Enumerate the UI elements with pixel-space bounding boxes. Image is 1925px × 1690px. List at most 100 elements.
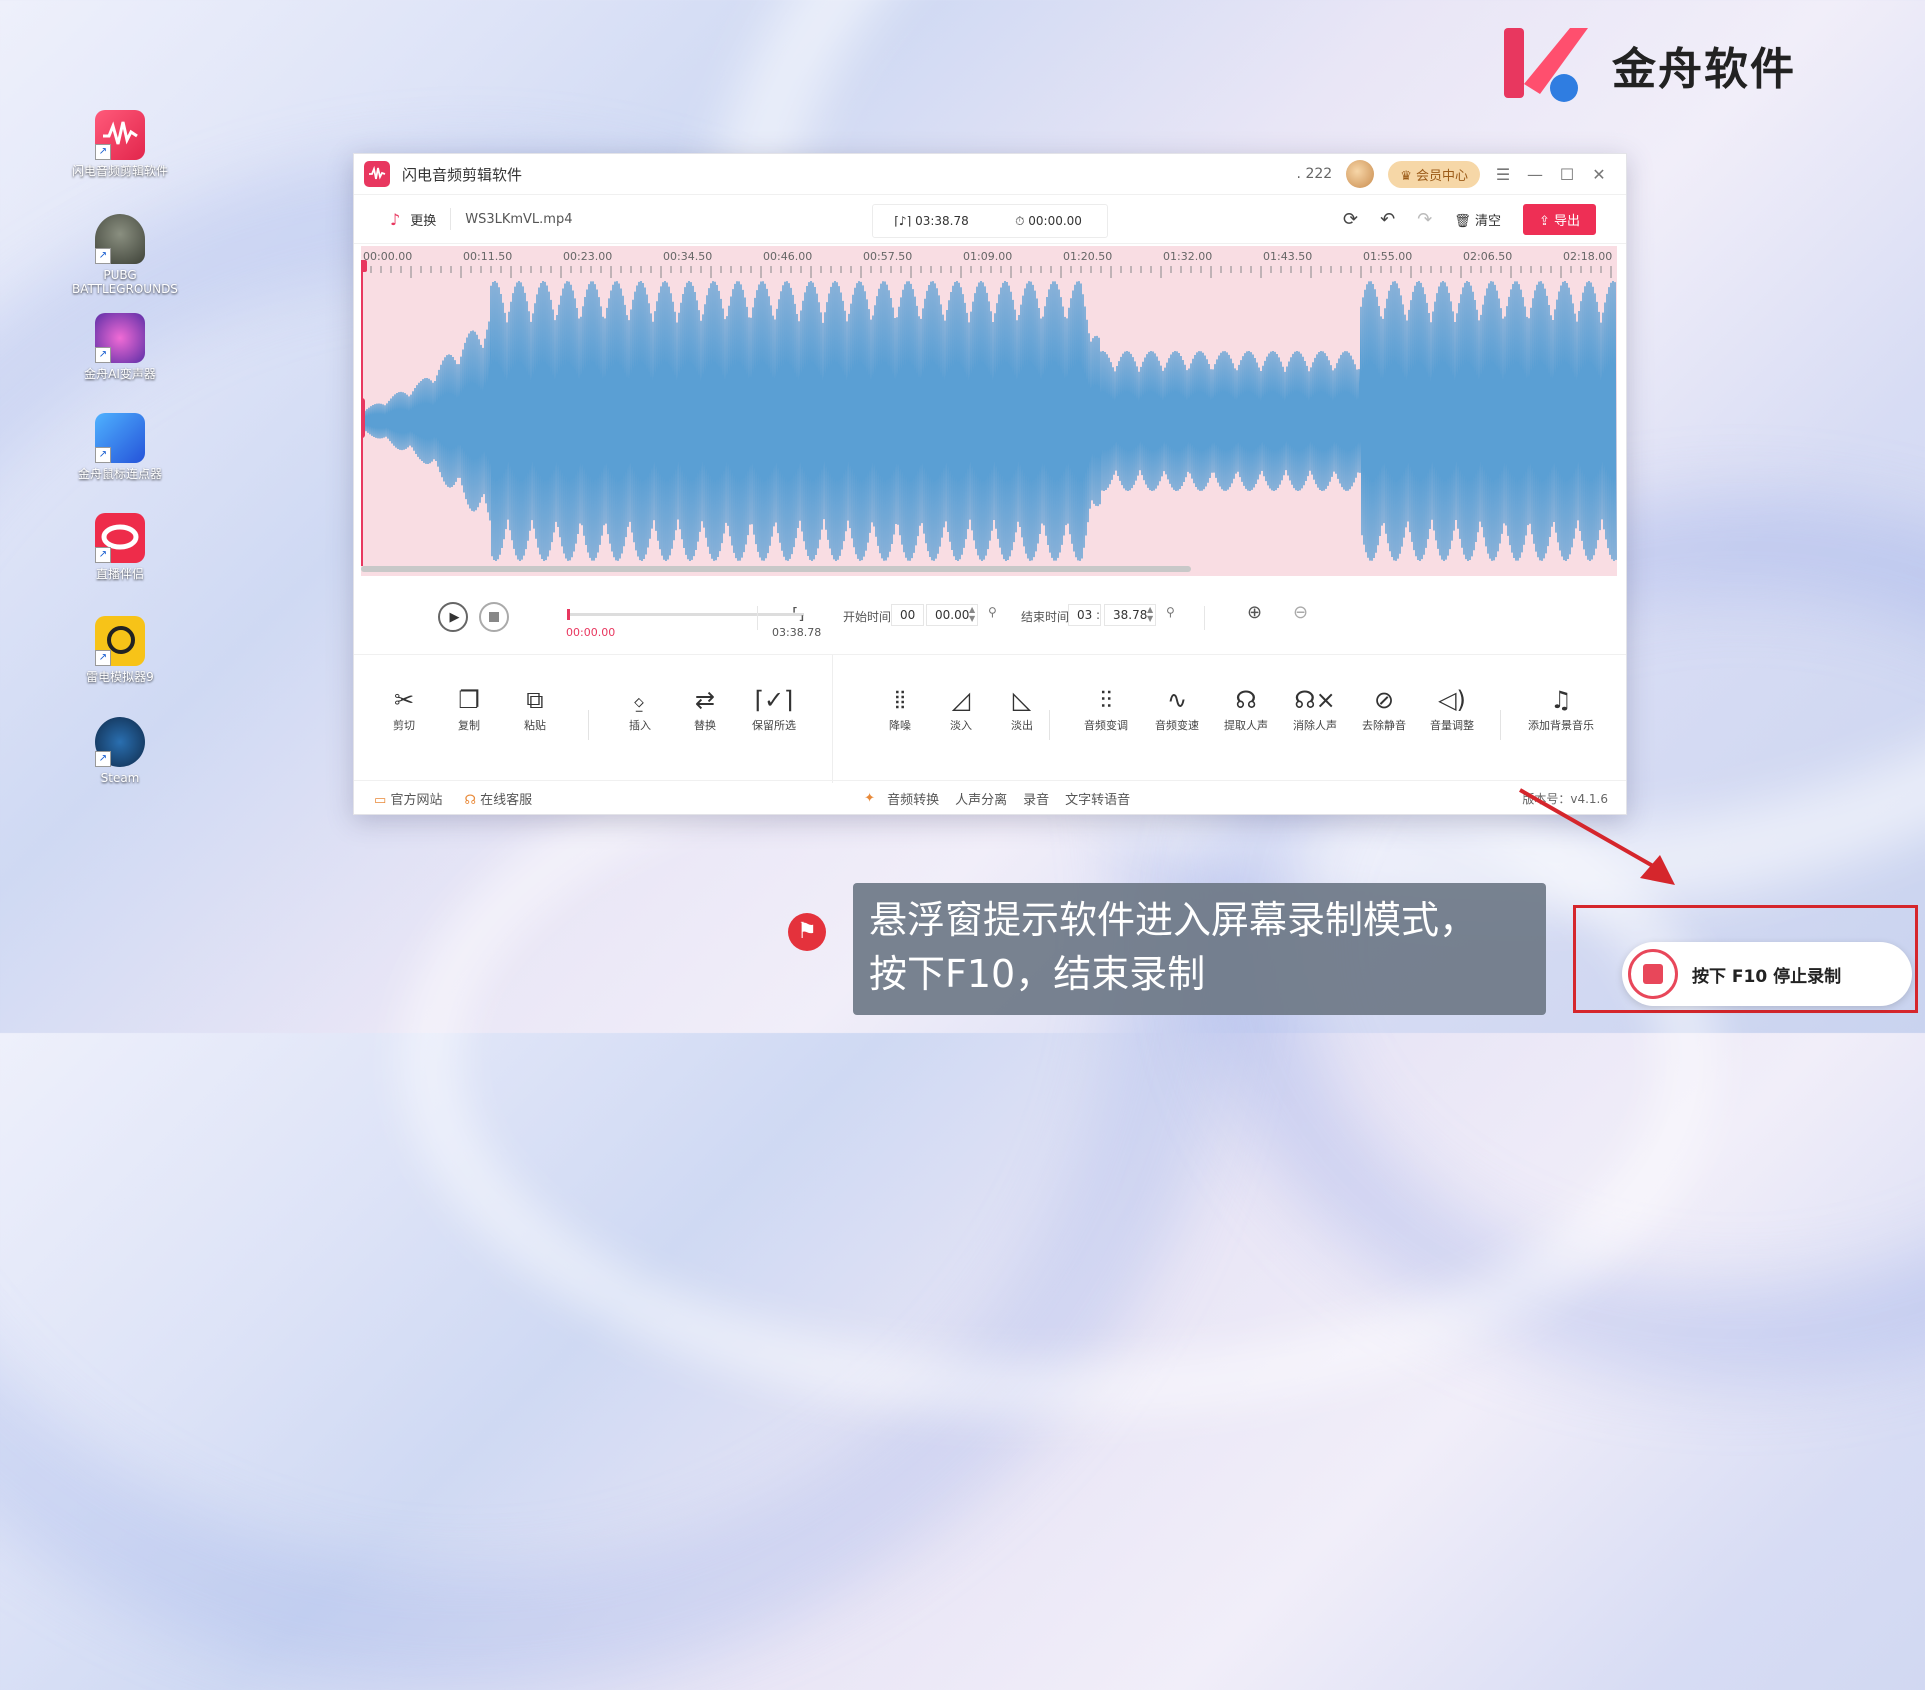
- tool-replace[interactable]: ⇄ 替换: [670, 683, 740, 733]
- remove-voice-icon: ☊×: [1294, 686, 1336, 714]
- play-button[interactable]: ▶: [438, 602, 468, 632]
- start-pin-icon[interactable]: ⚲: [988, 605, 997, 619]
- pubg-helmet-icon: ↗: [95, 214, 145, 264]
- undo-icon[interactable]: ↶: [1380, 209, 1395, 230]
- progress-knob[interactable]: [567, 609, 570, 620]
- waveform-area[interactable]: 00:00.00 00:11.50 00:23.00 00:34.50 00:46.00…: [361, 246, 1617, 576]
- menu-icon[interactable]: ☰: [1494, 165, 1512, 184]
- desktop-icon-label: 闪电音频剪辑软件: [72, 164, 169, 178]
- footer-link-audio-convert[interactable]: 音频转换: [887, 789, 939, 808]
- desktop-icon-voice-changer[interactable]: ↗ 金舟AI变声器: [72, 313, 168, 381]
- ldplayer-icon: ↗: [95, 616, 145, 666]
- footer-bar: ▭ 官方网站 ☊ 在线客服 ✦ 音频转换 人声分离 录音 文字转语音 版本号：v…: [354, 780, 1626, 815]
- tool-remove-silence[interactable]: ⊘ 去除静音: [1349, 683, 1419, 733]
- stop-record-icon[interactable]: [1628, 949, 1678, 999]
- tool-fade-in[interactable]: ◿ 淡入: [926, 683, 996, 733]
- desktop-icon-label: 雷电模拟器9: [86, 670, 154, 684]
- support-link[interactable]: ☊ 在线客服: [464, 789, 532, 808]
- tool-paste[interactable]: ⧉ 粘贴: [500, 683, 570, 733]
- music-file-icon: ♪: [390, 209, 401, 229]
- export-button[interactable]: ⇪ 导出: [1522, 203, 1596, 235]
- time-info-box: ⌈♪⌉ 03:38.78 ⏱ 00:00.00: [872, 204, 1108, 238]
- desktop-icon-steam[interactable]: ↗ Steam: [72, 717, 168, 785]
- file-name: WS3LKmVL.mp4: [465, 211, 573, 227]
- replace-icon: ⇄: [694, 686, 716, 714]
- stop-icon: [489, 612, 499, 622]
- keep-selection-icon: ⌈✓⌉: [754, 686, 794, 714]
- tool-denoise[interactable]: ⦙⦙ 降噪: [865, 683, 935, 733]
- total-time: 03:38.78: [772, 626, 822, 639]
- left-edge-handle[interactable]: [361, 398, 365, 438]
- close-icon[interactable]: ✕: [1590, 165, 1608, 184]
- horizontal-scrollbar[interactable]: [361, 566, 1191, 572]
- tool-volume[interactable]: ◁) 音量调整: [1417, 683, 1487, 733]
- pitch-icon: ⫶⫶: [1100, 686, 1112, 714]
- app-title: 闪电音频剪辑软件: [402, 165, 523, 184]
- paste-icon: ⧉: [526, 686, 544, 714]
- instruction-line-1: 悬浮窗提示软件进入屏幕录制模式，: [869, 898, 1478, 942]
- footer-link-tts[interactable]: 文字转语音: [1065, 789, 1130, 808]
- desktop-icon-lightning-audio[interactable]: ↗ 闪电音频剪辑软件: [72, 110, 168, 178]
- zoom-out-icon[interactable]: ⊖: [1293, 602, 1308, 623]
- tool-remove-voice[interactable]: ☊× 消除人声: [1280, 683, 1350, 733]
- stop-recording-widget[interactable]: 按下 F10 停止录制: [1622, 942, 1912, 1006]
- end-pin-icon[interactable]: ⚲: [1166, 605, 1175, 619]
- flag-icon: ⚑: [788, 913, 826, 951]
- current-time: 00:00.00: [566, 626, 616, 639]
- vip-center-button[interactable]: ♛ 会员中心: [1388, 160, 1480, 188]
- instruction-bubble: 悬浮窗提示软件进入屏幕录制模式， 按下F10，结束录制: [853, 883, 1546, 1015]
- start-min-input[interactable]: 00: [891, 604, 925, 626]
- replace-button[interactable]: 更换: [410, 210, 436, 229]
- end-stepper-icon[interactable]: ▲ ▼: [1147, 605, 1153, 623]
- desktop-icon-live-assistant[interactable]: ↗ 直播伴侣: [72, 513, 168, 581]
- start-stepper-icon[interactable]: ▲ ▼: [969, 605, 975, 623]
- zoom-in-icon[interactable]: ⊕: [1247, 602, 1262, 623]
- desktop-icon-label: 金舟鼠标连点器: [77, 467, 162, 481]
- tool-add-bgm[interactable]: ♫ 添加背景音乐: [1521, 683, 1601, 733]
- refresh-icon[interactable]: ⟳: [1343, 209, 1358, 230]
- tool-copy[interactable]: ❐ 复制: [434, 683, 504, 733]
- desktop-icon-mouse-clicker[interactable]: ↗ 金舟鼠标连点器: [72, 413, 168, 481]
- desktop-icon-pubg[interactable]: ↗ PUBG BATTLEGROUNDS: [72, 214, 178, 296]
- tool-cut[interactable]: ✂ 剪切: [369, 683, 439, 733]
- progress-slider[interactable]: [567, 609, 804, 620]
- extract-voice-icon: ☊: [1235, 686, 1257, 714]
- tool-insert[interactable]: ⍚ 插入: [605, 683, 675, 733]
- desktop-icon-ldplayer[interactable]: ↗ 雷电模拟器9: [72, 616, 168, 684]
- copy-icon: ❐: [458, 686, 480, 714]
- playhead-handle[interactable]: [361, 260, 367, 272]
- footer-link-vocal-separation[interactable]: 人声分离: [955, 789, 1007, 808]
- tool-fade-out[interactable]: ◺ 淡出: [987, 683, 1057, 733]
- tool-speed[interactable]: ∿ 音频变速: [1142, 683, 1212, 733]
- select-region-icon[interactable]: ⸢⸥: [792, 604, 804, 623]
- tool-extract-voice[interactable]: ☊ 提取人声: [1211, 683, 1281, 733]
- redo-icon[interactable]: ↷: [1417, 209, 1432, 230]
- maximize-icon[interactable]: ☐: [1558, 165, 1576, 184]
- minimize-icon[interactable]: —: [1526, 165, 1544, 184]
- desktop-icon-label: PUBG BATTLEGROUNDS: [72, 268, 178, 296]
- app-window: 闪电音频剪辑软件 . 222 ♛ 会员中心 ☰ — ☐ ✕ ♪ 更换 WS3LK…: [353, 153, 1627, 815]
- fade-out-icon: ◺: [1012, 686, 1032, 714]
- desktop-icon-label: 直播伴侣: [95, 567, 144, 581]
- clear-button[interactable]: 🗑 清空: [1454, 210, 1501, 229]
- title-bar: 闪电音频剪辑软件 . 222 ♛ 会员中心 ☰ — ☐ ✕: [354, 154, 1626, 195]
- tool-pitch[interactable]: ⫶⫶ 音频变调: [1071, 683, 1141, 733]
- music-note-icon: ♫: [1550, 686, 1572, 714]
- steam-icon: ↗: [95, 717, 145, 767]
- lightning-audio-icon: ↗: [95, 110, 145, 160]
- volume-icon: ◁): [1438, 686, 1466, 714]
- promo-icon: ✦: [864, 790, 876, 806]
- live-assistant-icon: ↗: [95, 513, 145, 563]
- headset-icon: ☊: [464, 792, 476, 808]
- time-colon: :: [1096, 608, 1101, 622]
- brand-k-icon: [1500, 24, 1590, 106]
- stop-button[interactable]: [479, 602, 509, 632]
- avatar[interactable]: [1346, 160, 1375, 188]
- remove-silence-icon: ⊘: [1373, 686, 1395, 714]
- edit-tools-panel: ✂ 剪切 ❐ 复制 ⧉ 粘贴 ⍚ 插入 ⇄ 替换 ⌈✓⌉ 保留所选 ⦙⦙ 降噪 ◿ 淡入 ◺ 淡出…: [354, 654, 1626, 783]
- website-link[interactable]: ▭ 官方网站: [374, 789, 442, 808]
- desktop-icon-label: Steam: [100, 771, 140, 785]
- tool-keep-selection[interactable]: ⌈✓⌉ 保留所选: [739, 683, 809, 733]
- footer-link-record[interactable]: 录音: [1023, 789, 1049, 808]
- brand-name: 金舟软件: [1612, 44, 1796, 95]
